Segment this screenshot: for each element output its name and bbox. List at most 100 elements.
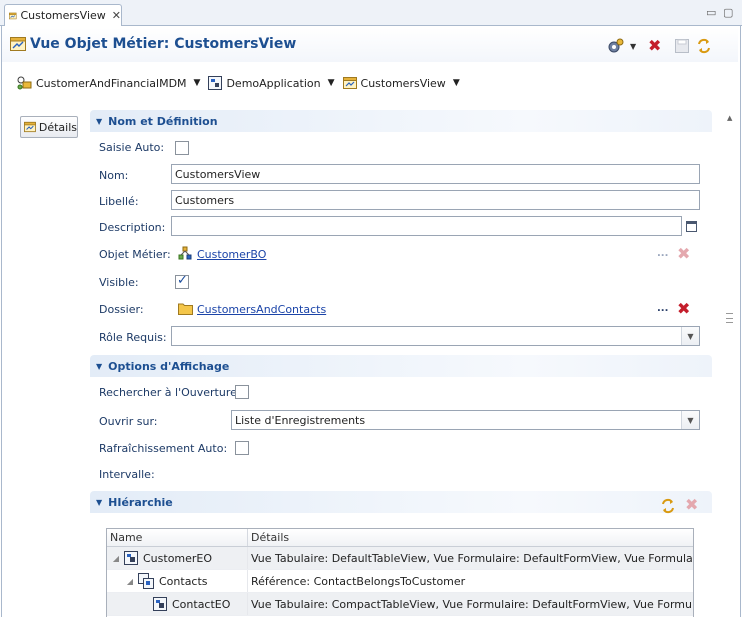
breadcrumb: CustomerAndFinancialMDM ▼ DemoApplicatio… xyxy=(16,76,468,90)
breadcrumb-item-view[interactable]: CustomersView ▼ xyxy=(342,76,460,90)
table-header: Name Détails xyxy=(107,529,693,547)
business-view-icon xyxy=(9,12,17,19)
entity-icon xyxy=(124,551,138,565)
dossier-link[interactable]: CustomersAndContacts xyxy=(197,303,326,316)
objet-metier-link[interactable]: CustomerBO xyxy=(197,248,266,261)
section-title: Nom et Définition xyxy=(108,114,218,128)
scroll-up-arrow-icon[interactable]: ▲ xyxy=(727,114,732,122)
refresh-icon[interactable] xyxy=(697,38,711,54)
close-icon[interactable]: ✕ xyxy=(112,9,121,22)
editor-tab-bar: CustomersView ✕ ▭ ▢ xyxy=(0,0,742,26)
vertical-scrollbar[interactable] xyxy=(722,108,736,608)
row-name: ContactEO xyxy=(172,597,231,611)
libelle-field[interactable]: Customers xyxy=(171,190,700,210)
details-cell: Vue Tabulaire: DefaultTableView, Vue For… xyxy=(251,551,693,565)
rafraichissement-checkbox[interactable] xyxy=(235,441,249,455)
collapse-triangle-icon[interactable]: ▼ xyxy=(96,117,102,126)
clear-icon: ✖ xyxy=(685,495,699,514)
delete-icon[interactable]: ✖ xyxy=(677,299,690,318)
entity-icon xyxy=(153,597,167,611)
page-title: Vue Objet Métier: CustomersView xyxy=(30,36,297,52)
business-view-icon xyxy=(10,37,26,51)
tab-customersview[interactable]: CustomersView ✕ xyxy=(4,4,122,26)
libelle-label: Libellé: xyxy=(99,195,139,208)
section-title: HIérarchie xyxy=(108,495,173,509)
business-view-icon xyxy=(24,121,36,133)
gear-icon[interactable] xyxy=(606,38,624,54)
delete-icon[interactable]: ✖ xyxy=(648,36,661,55)
breadcrumb-item-application[interactable]: CustomerAndFinancialMDM ▼ xyxy=(16,76,200,90)
table-row[interactable]: ◢ Contacts Référence: ContactBelongsToCu… xyxy=(107,570,693,593)
hierarchy-table: Name Détails ◢ CustomerEO Vue Tabulaire:… xyxy=(106,528,694,617)
folder-icon xyxy=(178,303,193,315)
module-icon xyxy=(208,76,223,90)
details-cell: Référence: ContactBelongsToCustomer xyxy=(251,574,466,588)
header-actions: ▼ xyxy=(606,38,636,54)
ouvrir-select[interactable]: Liste d'Enregistrements ▼ xyxy=(231,410,700,430)
description-label: Description: xyxy=(99,221,166,234)
breadcrumb-label: CustomerAndFinancialMDM xyxy=(36,76,187,90)
collapse-triangle-icon[interactable]: ▼ xyxy=(96,362,102,371)
table-row[interactable]: ◢ CustomerEO Vue Tabulaire: DefaultTable… xyxy=(107,547,693,570)
reference-icon xyxy=(138,573,154,589)
role-select[interactable]: ▼ xyxy=(171,326,700,346)
business-view-icon xyxy=(342,77,357,89)
description-field[interactable] xyxy=(171,216,682,236)
chevron-down-icon[interactable]: ▼ xyxy=(681,327,699,345)
collapse-arrow-icon[interactable]: ◢ xyxy=(111,554,121,563)
name-cell: ContactEO xyxy=(107,593,248,615)
details-cell: Vue Tabulaire: CompactTableView, Vue For… xyxy=(251,597,693,611)
role-label: Rôle Requis: xyxy=(99,331,167,344)
name-cell: ◢ CustomerEO xyxy=(107,547,248,569)
chevron-down-icon[interactable]: ▼ xyxy=(630,42,636,51)
rafraichissement-label: Rafraîchissement Auto: xyxy=(99,442,228,455)
section-hierarchie[interactable]: ▼ HIérarchie xyxy=(90,491,712,513)
minimize-icon[interactable]: ▭ xyxy=(706,6,716,19)
libelle-value: Customers xyxy=(175,193,235,207)
nom-value: CustomersView xyxy=(175,167,261,181)
column-header-name[interactable]: Name xyxy=(107,529,248,546)
name-cell: ◢ Contacts xyxy=(107,570,248,592)
browse-dots-icon: ... xyxy=(657,248,669,259)
breadcrumb-item-module[interactable]: DemoApplication ▼ xyxy=(208,76,335,90)
browse-dots-icon[interactable]: ... xyxy=(657,303,668,314)
visible-label: Visible: xyxy=(99,276,139,289)
rechercher-label: Rechercher à l'Ouverture: xyxy=(99,386,241,399)
expand-editor-icon[interactable] xyxy=(686,221,697,232)
column-header-details[interactable]: Détails xyxy=(248,529,289,546)
chevron-down-icon[interactable]: ▼ xyxy=(453,78,460,88)
breadcrumb-label: DemoApplication xyxy=(226,76,321,90)
nom-field[interactable]: CustomersView xyxy=(171,164,700,184)
visible-checkbox[interactable] xyxy=(175,273,189,289)
maximize-icon[interactable]: ▢ xyxy=(723,6,733,19)
application-icon xyxy=(17,76,32,90)
business-object-icon xyxy=(178,246,192,260)
collapse-triangle-icon[interactable]: ▼ xyxy=(96,498,102,507)
chevron-down-icon[interactable]: ▼ xyxy=(328,78,335,88)
refresh-icon[interactable] xyxy=(661,498,675,514)
section-options-affichage[interactable]: ▼ Options d'Affichage xyxy=(90,355,712,377)
intervalle-label: Intervalle: xyxy=(99,468,155,481)
section-nom-definition[interactable]: ▼ Nom et Définition xyxy=(90,110,712,132)
chevron-down-icon[interactable]: ▼ xyxy=(681,411,699,429)
collapse-arrow-icon[interactable]: ◢ xyxy=(125,577,135,586)
breadcrumb-label: CustomersView xyxy=(360,76,446,90)
tab-label: CustomersView xyxy=(20,9,106,22)
details-label: Détails xyxy=(38,120,77,134)
saisie-auto-checkbox[interactable] xyxy=(175,141,189,155)
rechercher-checkbox[interactable] xyxy=(235,385,249,399)
clear-icon: ✖ xyxy=(677,244,691,263)
dossier-label: Dossier: xyxy=(99,303,144,316)
save-icon xyxy=(675,39,689,53)
table-row[interactable]: ContactEO Vue Tabulaire: CompactTableVie… xyxy=(107,593,693,616)
scroll-grip[interactable] xyxy=(726,313,733,323)
objet-metier-label: Objet Métier: xyxy=(99,248,171,261)
ouvrir-label: Ouvrir sur: xyxy=(99,415,158,428)
row-name: Contacts xyxy=(159,574,208,588)
saisie-auto-label: Saisie Auto: xyxy=(99,141,165,154)
row-name: CustomerEO xyxy=(143,551,213,565)
section-title: Options d'Affichage xyxy=(108,359,230,373)
chevron-down-icon[interactable]: ▼ xyxy=(194,78,201,88)
details-button[interactable]: Détails xyxy=(20,116,78,138)
ouvrir-value: Liste d'Enregistrements xyxy=(235,413,366,427)
